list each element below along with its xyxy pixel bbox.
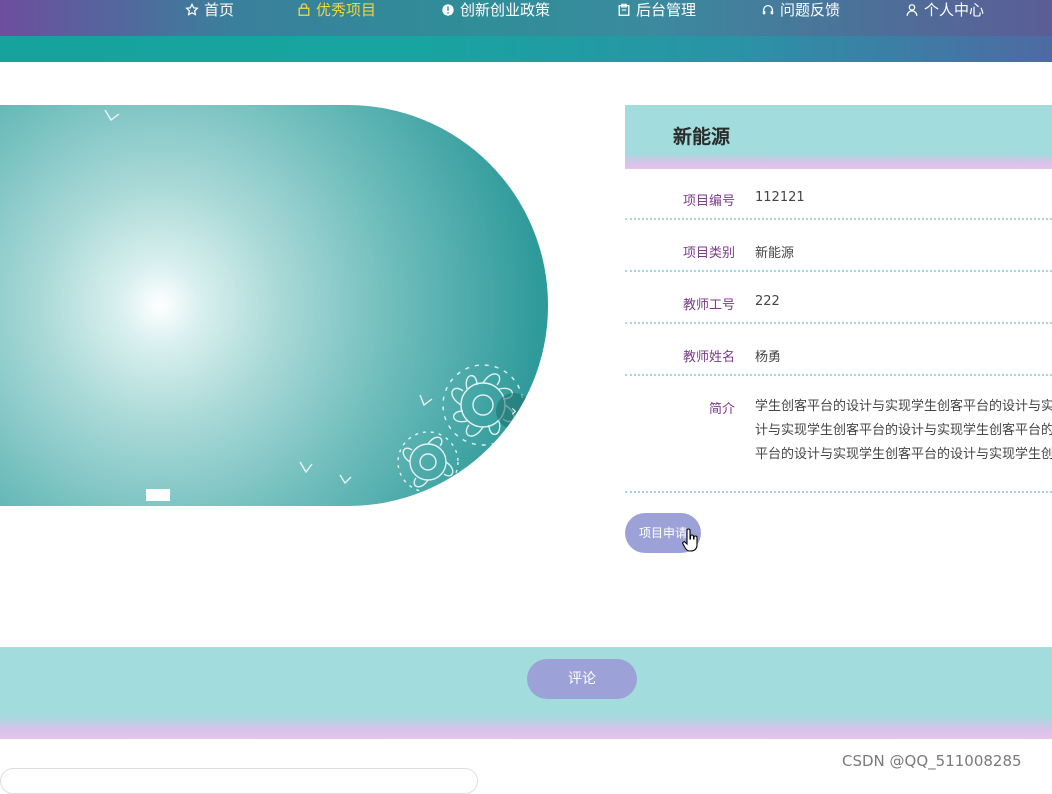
carousel-indicator[interactable] xyxy=(146,489,170,501)
project-title: 新能源 xyxy=(673,126,731,148)
field-label: 教师姓名 xyxy=(682,350,735,365)
clipboard-icon xyxy=(617,3,631,17)
top-navigation-bar: 首页 优秀项目 创新创业政策 后台管理 问题反馈 个人中心 xyxy=(0,0,1052,62)
project-header: 新能源 xyxy=(625,105,1052,169)
field-value: 新能源 xyxy=(755,246,795,261)
field-label: 项目类别 xyxy=(682,246,735,261)
nav-label-home: 首页 xyxy=(204,1,235,19)
field-row-teacher-name: 教师姓名 杨勇 xyxy=(625,341,1052,376)
comment-section-band xyxy=(0,647,1052,739)
nav-item-policy[interactable]: 创新创业政策 xyxy=(441,0,550,20)
field-label: 简介 xyxy=(708,402,735,417)
bag-icon xyxy=(297,3,311,17)
field-label: 项目编号 xyxy=(682,194,735,209)
chevron-right-icon: › xyxy=(510,401,518,420)
field-value-description: 学生创客平台的设计与实现学生创客平台的设计与实现学生创客平台的设计与实现学生创客… xyxy=(755,399,1052,462)
project-image-carousel: › xyxy=(0,105,548,506)
nav-item-profile[interactable]: 个人中心 xyxy=(905,0,984,20)
nav-item-feedback[interactable]: 问题反馈 xyxy=(761,0,840,20)
nav-label-admin: 后台管理 xyxy=(636,1,697,19)
field-value: 222 xyxy=(755,294,780,309)
nav-label-feedback: 问题反馈 xyxy=(780,1,841,19)
nav-label-policy: 创新创业政策 xyxy=(460,1,551,19)
field-value: 杨勇 xyxy=(755,350,782,365)
main-nav: 首页 优秀项目 创新创业政策 后台管理 问题反馈 个人中心 xyxy=(0,0,1052,36)
field-row-description: 简介 学生创客平台的设计与实现学生创客平台的设计与实现学生创客平台的设计与实现学… xyxy=(625,393,1052,493)
nav-label-featured-projects: 优秀项目 xyxy=(316,1,377,19)
nav-item-home[interactable]: 首页 xyxy=(185,0,234,20)
nav-label-profile: 个人中心 xyxy=(924,1,985,19)
field-row-project-category: 项目类别 新能源 xyxy=(625,237,1052,272)
comment-button[interactable]: 评论 xyxy=(527,659,637,699)
watermark-text: CSDN @QQ_511008285 xyxy=(842,752,1022,770)
nav-bottom-stripe xyxy=(0,36,1052,62)
comment-input[interactable] xyxy=(0,768,478,794)
info-circle-icon xyxy=(441,3,455,17)
field-row-project-number: 项目编号 112121 xyxy=(625,185,1052,220)
hand-cursor-icon xyxy=(682,528,698,552)
carousel-next-button[interactable]: › xyxy=(496,393,532,429)
field-value: 112121 xyxy=(755,190,805,205)
field-row-teacher-id: 教师工号 222 xyxy=(625,289,1052,324)
field-label: 教师工号 xyxy=(682,298,735,313)
star-icon xyxy=(185,3,199,17)
headset-icon xyxy=(761,3,775,17)
nav-item-featured-projects[interactable]: 优秀项目 xyxy=(297,0,376,20)
nav-item-admin[interactable]: 后台管理 xyxy=(617,0,696,20)
flower-decoration xyxy=(104,109,524,493)
user-icon xyxy=(905,3,919,17)
